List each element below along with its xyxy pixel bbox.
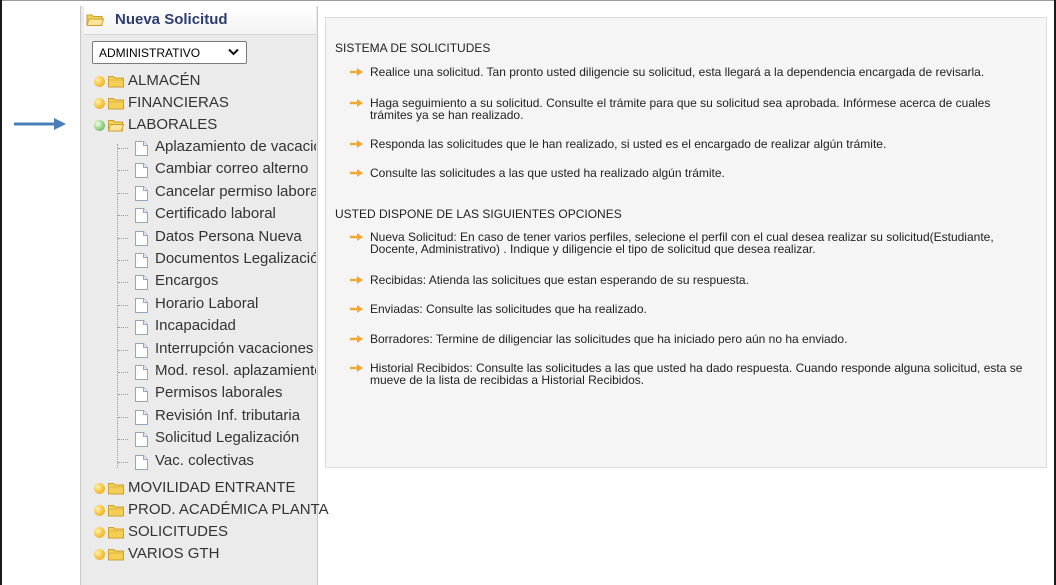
document-icon xyxy=(135,208,148,223)
tree-connector-line xyxy=(118,215,128,216)
document-icon xyxy=(135,298,148,313)
info-item-text: Borradores: Termine de diligenciar las s… xyxy=(370,332,848,346)
section-title-opciones: USTED DISPONE DE LAS SIGUIENTES OPCIONES xyxy=(335,207,622,221)
folder-icon xyxy=(108,505,124,517)
tree-leaf-label: Interrupción vacaciones xyxy=(155,340,314,357)
tree-connector-line xyxy=(118,170,128,171)
item-arrow-icon xyxy=(350,68,363,76)
info-item-text: Historial Recibidos: Consulte las solici… xyxy=(370,361,1023,387)
document-icon xyxy=(135,343,148,358)
document-icon xyxy=(135,231,148,246)
bullet-icon xyxy=(94,527,105,538)
item-arrow-icon xyxy=(350,140,363,148)
document-icon xyxy=(135,253,148,268)
bullet-icon xyxy=(94,505,105,516)
document-icon xyxy=(135,320,148,335)
tree-leaf-label: Certificado laboral xyxy=(155,205,276,222)
document-icon xyxy=(135,141,148,156)
tree-leaf-label: Incapacidad xyxy=(155,317,236,334)
tree-category-label: SOLICITUDES xyxy=(128,523,229,540)
tree-category-label: VARIOS GTH xyxy=(128,545,220,562)
item-arrow-icon xyxy=(350,276,363,284)
info-item-text: Responda las solicitudes que le han real… xyxy=(370,137,887,151)
tree-leaf-label: Solicitud Legalización xyxy=(155,429,300,446)
tree-leaf-label: Cambiar correo alterno xyxy=(155,160,309,177)
document-icon xyxy=(135,432,148,447)
tree-leaf-label: Horario Laboral xyxy=(155,295,259,312)
tree-leaf-label: Datos Persona Nueva xyxy=(155,228,302,245)
document-icon xyxy=(135,387,148,402)
tree-connector-line xyxy=(118,238,128,239)
document-icon xyxy=(135,455,148,470)
document-icon xyxy=(135,410,148,425)
tree-connector-line xyxy=(118,193,128,194)
tree-connector-line xyxy=(118,148,128,149)
document-icon xyxy=(135,163,148,178)
laborales-subtree: Aplazamiento de vacaciones Cambiar correo… xyxy=(0,0,316,585)
tree-connector-line xyxy=(118,394,128,395)
tree-category-label: MOVILIDAD ENTRANTE xyxy=(128,479,296,496)
item-arrow-icon xyxy=(350,99,363,107)
tree-connector-line xyxy=(118,327,128,328)
tree-connector-line xyxy=(118,439,128,440)
info-item-text: Haga seguimiento a su solicitud. Consult… xyxy=(370,96,991,122)
info-item-text: Realice una solicitud. Tan pronto usted … xyxy=(370,65,985,79)
item-arrow-icon xyxy=(350,169,363,177)
info-item-text: Consulte las solicitudes a las que usted… xyxy=(370,166,725,180)
info-item-text: Nueva Solicitud: En caso de tener varios… xyxy=(370,230,994,256)
tree-leaf-label: Aplazamiento de vacaciones xyxy=(155,138,316,155)
bullet-icon xyxy=(94,483,105,494)
tree-connector-line xyxy=(118,282,128,283)
tree-leaf-label: Mod. resol. aplazamiento xyxy=(155,362,316,379)
tree-leaf-label: Permisos laborales xyxy=(155,384,283,401)
document-icon xyxy=(135,365,148,380)
tree-leaf-label: Documentos Legalización xyxy=(155,250,316,267)
folder-icon xyxy=(108,549,124,561)
info-item-text: Enviadas: Consulte las solicitudes que h… xyxy=(370,302,647,316)
folder-icon xyxy=(108,527,124,539)
item-arrow-icon xyxy=(350,364,363,372)
tree-connector-line xyxy=(118,260,128,261)
tree-leaf-label: Vac. colectivas xyxy=(155,452,254,469)
item-arrow-icon xyxy=(350,305,363,313)
info-item-text: Recibidas: Atienda las solicitues que es… xyxy=(370,273,749,287)
tree-leaf-label: Cancelar permiso laboral xyxy=(155,183,316,200)
document-icon xyxy=(135,186,148,201)
tree-category-label: PROD. ACADÉMICA PLANTA xyxy=(128,501,329,518)
folder-icon xyxy=(108,483,124,495)
tree-leaf-label: Revisión Inf. tributaria xyxy=(155,407,301,424)
section-title-sistema: SISTEMA DE SOLICITUDES xyxy=(335,41,491,55)
tree-connector-line xyxy=(118,417,128,418)
tree-connector-line xyxy=(118,372,128,373)
tree-connector-line xyxy=(118,305,128,306)
tree-connector-line xyxy=(118,462,128,463)
tree-leaf-label: Encargos xyxy=(155,272,219,289)
item-arrow-icon xyxy=(350,335,363,343)
tree-connector-line xyxy=(118,350,128,351)
document-icon xyxy=(135,275,148,290)
bullet-icon xyxy=(94,549,105,560)
item-arrow-icon xyxy=(350,233,363,241)
